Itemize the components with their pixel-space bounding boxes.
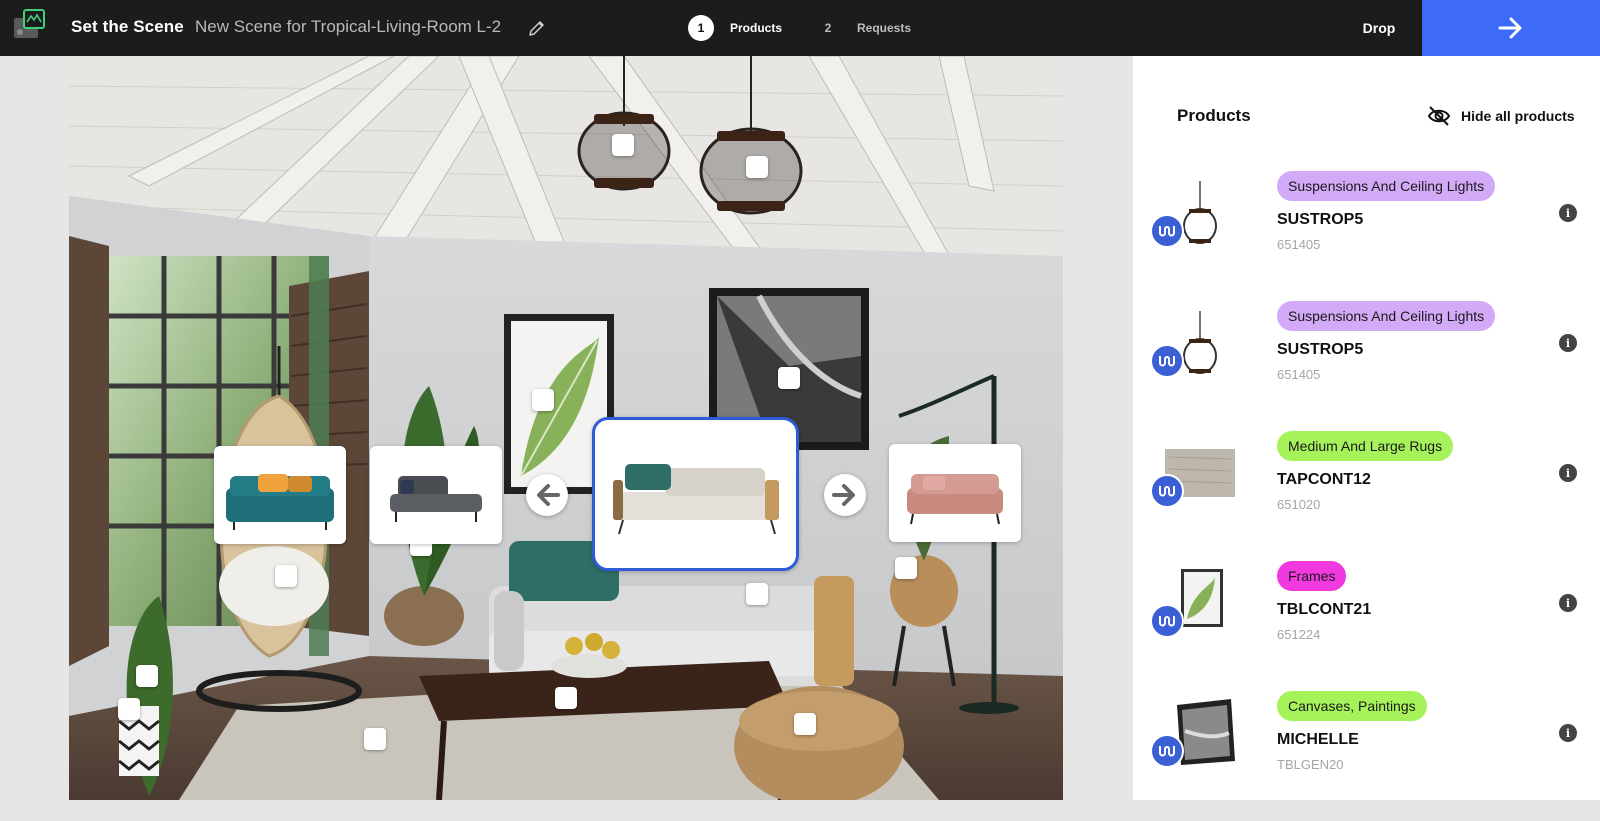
info-icon[interactable]: i (1559, 334, 1577, 352)
beige-sofa-image (613, 464, 779, 535)
product-ref: 651224 (1277, 627, 1321, 642)
product-name: SUSTROP5 (1277, 211, 1364, 228)
scene-logo-icon (14, 9, 45, 38)
product-name: MICHELLE (1277, 731, 1359, 748)
hide-all-label: Hide all products (1461, 108, 1575, 124)
brand-logo-icon (1150, 604, 1184, 638)
drop-button[interactable]: Drop (1336, 0, 1422, 56)
step-label: Products (730, 21, 783, 35)
brand-logo-icon (1150, 214, 1184, 248)
step-products[interactable]: 1 Products (688, 15, 782, 41)
hotspot-pendant-lamp-1[interactable] (612, 134, 634, 156)
step-number: 2 (824, 21, 832, 35)
carousel-item-pink-sofa[interactable] (889, 444, 1021, 542)
grey-chaise-image (390, 476, 482, 522)
carousel-item-teal-sofa[interactable] (214, 446, 346, 544)
carousel-item-beige-sofa[interactable] (592, 417, 799, 571)
category-tag: Frames (1277, 561, 1347, 591)
hotspot-planter[interactable] (895, 557, 917, 579)
brand-logo-icon (1150, 344, 1184, 378)
product-name: TBLCONT21 (1277, 601, 1372, 618)
arrow-left-icon (537, 484, 560, 506)
hotspot-pendant-lamp-2[interactable] (746, 156, 768, 178)
step-number: 1 (688, 15, 714, 41)
product-ref: 651405 (1277, 367, 1321, 382)
hide-all-products-button[interactable]: Hide all products (1427, 104, 1575, 128)
step-label: Requests (857, 21, 912, 35)
top-bar: Set the Scene New Scene for Tropical-Liv… (0, 0, 1600, 56)
hotspot-sofa[interactable] (746, 583, 768, 605)
eye-off-icon (1427, 106, 1451, 126)
product-name: TAPCONT12 (1277, 471, 1371, 488)
category-tag: Suspensions And Ceiling Lights (1277, 301, 1496, 331)
carousel-next-button[interactable] (824, 474, 866, 516)
brand-logo-icon (1150, 474, 1184, 508)
product-ref: 651020 (1277, 497, 1321, 512)
product-row[interactable]: Suspensions And Ceiling Lights SUSTROP5 … (1133, 171, 1600, 301)
edit-pencil-icon[interactable] (527, 18, 547, 38)
next-button[interactable] (1422, 0, 1600, 56)
info-icon[interactable]: i (1559, 464, 1577, 482)
hotspot-floor-plant[interactable] (136, 665, 158, 687)
product-row[interactable]: Canvases, Paintings MICHELLE TBLGEN20 i (1133, 691, 1600, 821)
hotspot-vase[interactable] (118, 698, 140, 720)
arrow-right-icon (832, 484, 855, 506)
step-requests[interactable]: 2 Requests (815, 15, 911, 41)
category-tag: Medium And Large Rugs (1277, 431, 1454, 461)
product-ref: 651405 (1277, 237, 1321, 252)
category-tag: Suspensions And Ceiling Lights (1277, 171, 1496, 201)
product-row[interactable]: Medium And Large Rugs TAPCONT12 651020 i (1133, 431, 1600, 561)
brand-logo-icon (1150, 734, 1184, 768)
hotspot-rug[interactable] (364, 728, 386, 750)
carousel-item-grey-chaise[interactable] (370, 446, 502, 544)
hotspot-bw-canvas[interactable] (778, 367, 800, 389)
product-ref: TBLGEN20 (1277, 757, 1344, 772)
carousel-prev-button[interactable] (526, 474, 568, 516)
info-icon[interactable]: i (1559, 594, 1577, 612)
pink-sofa-image (907, 474, 1003, 525)
product-row[interactable]: Suspensions And Ceiling Lights SUSTROP5 … (1133, 301, 1600, 431)
hotspot-pouf[interactable] (794, 713, 816, 735)
hotspot-coffee-table[interactable] (555, 687, 577, 709)
teal-sofa-image (226, 474, 334, 530)
info-icon[interactable]: i (1559, 204, 1577, 222)
panel-title: Products (1177, 106, 1251, 125)
hotspot-leaf-frame[interactable] (532, 389, 554, 411)
products-panel: Products Hide all products Suspensions A… (1133, 56, 1600, 800)
product-row[interactable]: Frames TBLCONT21 651224 i (1133, 561, 1600, 691)
arrow-right-icon (1498, 17, 1522, 39)
hotspot-hanging-chair[interactable] (275, 565, 297, 587)
info-icon[interactable]: i (1559, 724, 1577, 742)
category-tag: Canvases, Paintings (1277, 691, 1427, 721)
product-name: SUSTROP5 (1277, 341, 1364, 358)
scene-canvas[interactable] (69, 56, 1063, 800)
app-title: Set the Scene (71, 17, 184, 36)
scene-name[interactable]: New Scene for Tropical-Living-Room L-2 (195, 17, 501, 37)
